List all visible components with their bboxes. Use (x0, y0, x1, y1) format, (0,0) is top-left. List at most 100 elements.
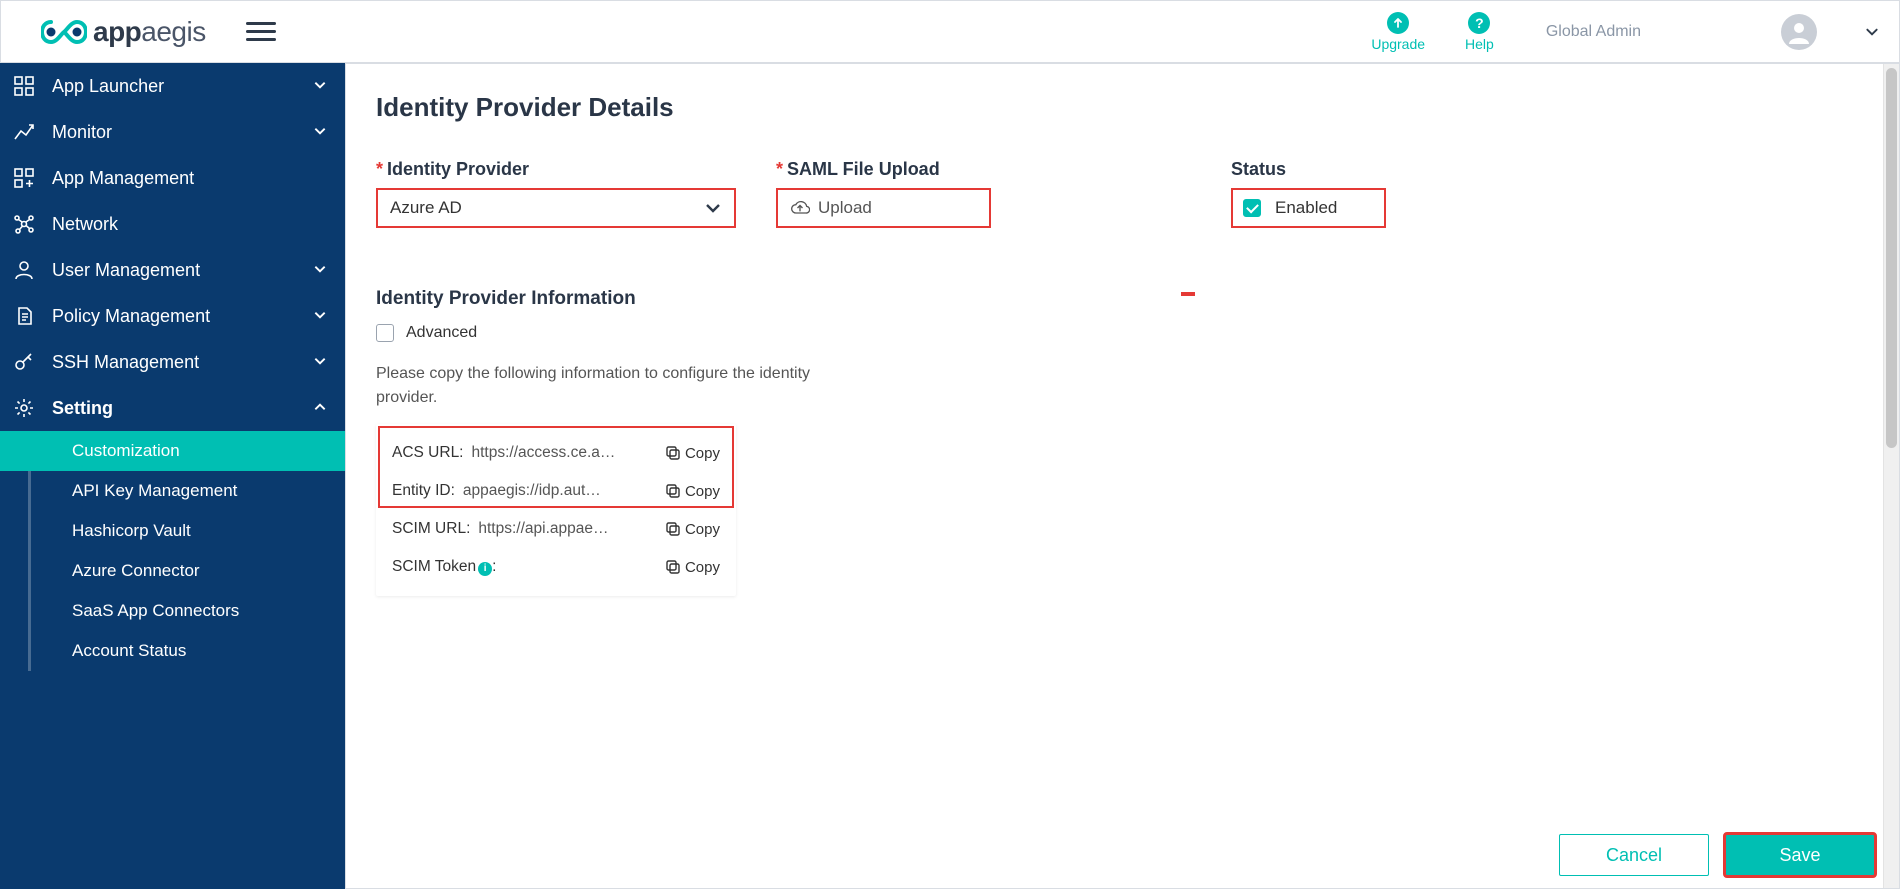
sidebar-subitem-label: Hashicorp Vault (72, 521, 191, 540)
document-icon (10, 305, 38, 327)
form-row: *Identity Provider Azure AD *SAML File U… (376, 159, 1869, 228)
grid-icon (10, 75, 38, 97)
sidebar-item-monitor[interactable]: Monitor (0, 109, 345, 155)
chevron-down-icon (313, 306, 329, 327)
sidebar-item-label: Policy Management (52, 306, 299, 327)
copy-icon (665, 483, 681, 499)
copy-icon (665, 521, 681, 537)
sidebar-subitem-saas-connectors[interactable]: SaaS App Connectors (0, 591, 345, 631)
sidebar-item-label: App Management (52, 168, 329, 189)
copy-button[interactable]: Copy (665, 483, 720, 500)
sidebar: App Launcher Monitor App Management Netw… (0, 63, 345, 889)
infinity-icon (41, 19, 87, 45)
sidebar-item-label: Network (52, 214, 329, 235)
sidebar-subitem-label: Azure Connector (72, 561, 200, 580)
cancel-label: Cancel (1606, 845, 1662, 866)
sidebar-subitem-label: SaaS App Connectors (72, 601, 239, 620)
key-icon (10, 351, 38, 373)
sidebar-item-label: SSH Management (52, 352, 299, 373)
sidebar-item-ssh-management[interactable]: SSH Management (0, 339, 345, 385)
content-inner: Identity Provider Details *Identity Prov… (346, 64, 1899, 888)
copy-label: Copy (685, 521, 720, 538)
arrow-up-icon (1387, 12, 1409, 34)
main: App Launcher Monitor App Management Netw… (0, 63, 1900, 889)
chevron-down-icon (313, 122, 329, 143)
info-row-scim-token: SCIM Tokeni: Copy (376, 548, 736, 586)
advanced-row: Advanced (376, 324, 1869, 342)
current-user-label: Global Admin (1546, 23, 1641, 41)
idp-select[interactable]: Azure AD (376, 188, 736, 228)
grid-plus-icon (10, 167, 38, 189)
sidebar-item-app-launcher[interactable]: App Launcher (0, 63, 345, 109)
help-label: Help (1465, 36, 1494, 52)
sidebar-item-policy-management[interactable]: Policy Management (0, 293, 345, 339)
info-card: ACS URL: https://access.ce.a… Copy Entit… (376, 424, 736, 596)
info-row-acs-url: ACS URL: https://access.ce.a… Copy (376, 434, 736, 472)
scrollbar[interactable] (1883, 64, 1899, 888)
copy-button[interactable]: Copy (665, 559, 720, 576)
chevron-down-icon (313, 76, 329, 97)
info-row-scim-url: SCIM URL: https://api.appae… Copy (376, 510, 736, 548)
sidebar-subitem-account-status[interactable]: Account Status (0, 631, 345, 671)
chevron-down-icon (704, 199, 722, 217)
info-label: ACS URL: (392, 444, 464, 462)
info-help-text: Please copy the following information to… (376, 362, 816, 410)
cancel-button[interactable]: Cancel (1559, 834, 1709, 876)
sidebar-item-setting[interactable]: Setting (0, 385, 345, 431)
page-title: Identity Provider Details (376, 92, 1869, 123)
save-label: Save (1779, 845, 1820, 866)
status-box: Enabled (1231, 188, 1386, 228)
chevron-down-icon (313, 260, 329, 281)
upgrade-button[interactable]: Upgrade (1371, 12, 1425, 52)
idp-selected-value: Azure AD (390, 198, 462, 218)
status-label: Status (1231, 159, 1386, 180)
avatar[interactable] (1781, 14, 1817, 50)
sidebar-item-user-management[interactable]: User Management (0, 247, 345, 293)
sidebar-subitem-api-key[interactable]: API Key Management (0, 471, 345, 511)
sidebar-item-label: User Management (52, 260, 299, 281)
upload-label: Upload (818, 198, 872, 218)
upgrade-label: Upgrade (1371, 36, 1425, 52)
advanced-checkbox[interactable] (376, 324, 394, 342)
info-value: https://api.appae… (478, 520, 657, 538)
sidebar-item-label: App Launcher (52, 76, 299, 97)
save-button[interactable]: Save (1725, 834, 1875, 876)
sidebar-subitem-hashicorp[interactable]: Hashicorp Vault (0, 511, 345, 551)
chevron-down-icon (313, 352, 329, 373)
sidebar-subnav-setting: Customization API Key Management Hashico… (0, 431, 345, 671)
sidebar-item-app-management[interactable]: App Management (0, 155, 345, 201)
user-icon (1787, 20, 1811, 44)
form-group-saml: *SAML File Upload Upload (776, 159, 991, 228)
sidebar-subitem-label: Customization (72, 441, 180, 460)
menu-toggle-icon[interactable] (246, 17, 276, 46)
copy-icon (665, 445, 681, 461)
question-icon: ? (1468, 12, 1490, 34)
help-button[interactable]: ? Help (1465, 12, 1494, 52)
info-label: Entity ID: (392, 482, 455, 500)
chevron-down-icon[interactable] (1865, 25, 1879, 39)
info-icon[interactable]: i (478, 562, 492, 576)
sidebar-subitem-label: Account Status (72, 641, 186, 660)
info-label: SCIM Tokeni: (392, 558, 496, 576)
gear-icon (10, 397, 38, 419)
sidebar-subitem-azure-connector[interactable]: Azure Connector (0, 551, 345, 591)
saml-upload-button[interactable]: Upload (776, 188, 991, 228)
sidebar-subitem-customization[interactable]: Customization (0, 431, 345, 471)
scrollbar-thumb[interactable] (1886, 68, 1897, 448)
info-label: SCIM URL: (392, 520, 470, 538)
footer-actions: Cancel Save (1559, 834, 1875, 876)
sidebar-item-network[interactable]: Network (0, 201, 345, 247)
copy-button[interactable]: Copy (665, 445, 720, 462)
annotation-dash-icon (1181, 292, 1195, 296)
copy-label: Copy (685, 559, 720, 576)
brand-logo[interactable]: appaegis (41, 16, 206, 48)
status-checkbox[interactable] (1243, 199, 1261, 217)
copy-label: Copy (685, 445, 720, 462)
idp-label: *Identity Provider (376, 159, 736, 180)
copy-icon (665, 559, 681, 575)
info-section-title: Identity Provider Information (376, 288, 1869, 310)
form-group-idp: *Identity Provider Azure AD (376, 159, 736, 228)
brand-text: appaegis (93, 16, 206, 48)
info-row-entity-id: Entity ID: appaegis://idp.aut… Copy (376, 472, 736, 510)
copy-button[interactable]: Copy (665, 521, 720, 538)
